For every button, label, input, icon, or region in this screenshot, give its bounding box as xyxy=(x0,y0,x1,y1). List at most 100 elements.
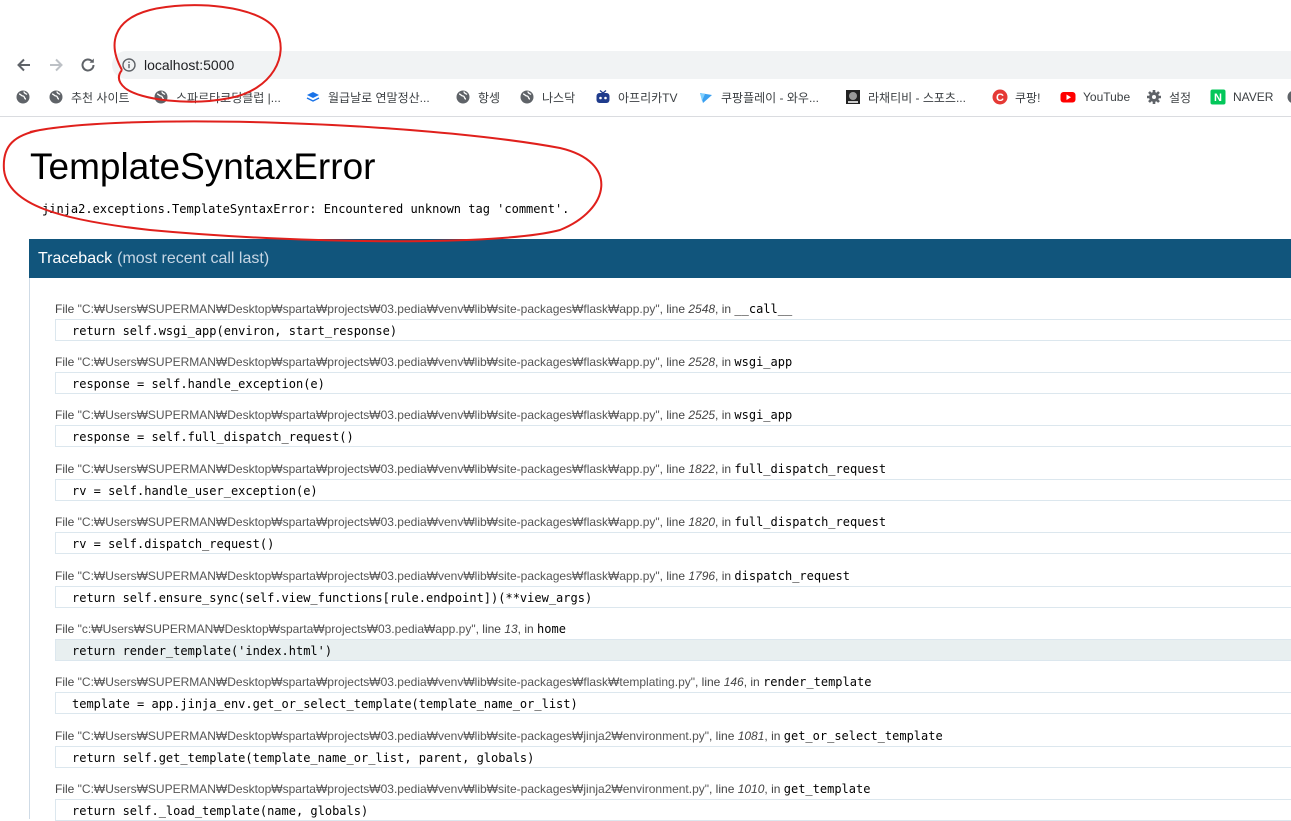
traceback-body: File "C:₩Users₩SUPERMAN₩Desktop₩sparta₩p… xyxy=(29,278,1291,819)
coupang-icon: C xyxy=(992,89,1008,105)
forward-button[interactable] xyxy=(45,54,67,76)
frame-line-number: 2525 xyxy=(688,408,715,422)
frame-location: File "C:₩Users₩SUPERMAN₩Desktop₩sparta₩p… xyxy=(55,674,1291,690)
frame-function: get_or_select_template xyxy=(784,729,943,743)
traceback-frame: File "C:₩Users₩SUPERMAN₩Desktop₩sparta₩p… xyxy=(55,354,1291,394)
frame-location: File "C:₩Users₩SUPERMAN₩Desktop₩sparta₩p… xyxy=(55,407,1291,423)
bookmark-item[interactable]: 아프리카TV xyxy=(595,88,678,106)
frame-filename: "C:₩Users₩SUPERMAN₩Desktop₩sparta₩projec… xyxy=(78,782,709,796)
traceback-frame: File "C:₩Users₩SUPERMAN₩Desktop₩sparta₩p… xyxy=(55,568,1291,608)
layers-icon xyxy=(305,89,321,105)
traceback-header: Traceback (most recent call last) xyxy=(29,239,1291,278)
frame-location: File "C:₩Users₩SUPERMAN₩Desktop₩sparta₩p… xyxy=(55,301,1291,317)
bookmark-item[interactable]: YouTube xyxy=(1060,88,1130,106)
globe-icon xyxy=(455,89,471,105)
arrow-left-icon xyxy=(15,56,33,74)
frame-filename: "C:₩Users₩SUPERMAN₩Desktop₩sparta₩projec… xyxy=(78,408,660,422)
traceback-frame: File "C:₩Users₩SUPERMAN₩Desktop₩sparta₩p… xyxy=(55,674,1291,714)
tv-icon xyxy=(595,89,611,105)
play-icon xyxy=(698,89,714,105)
youtube-icon xyxy=(1060,89,1076,105)
bookmark-item[interactable]: C 쿠팡! xyxy=(992,88,1040,106)
frame-location: File "C:₩Users₩SUPERMAN₩Desktop₩sparta₩p… xyxy=(55,568,1291,584)
frame-location: File "C:₩Users₩SUPERMAN₩Desktop₩sparta₩p… xyxy=(55,354,1291,370)
globe-icon xyxy=(48,89,64,105)
frame-function: get_template xyxy=(784,782,871,796)
frame-function: full_dispatch_request xyxy=(734,462,886,476)
frame-line-number: 1820 xyxy=(688,515,715,529)
bookmark-label: YouTube xyxy=(1083,90,1130,104)
bookmark-label: 쿠팡플레이 - 와우... xyxy=(721,89,819,106)
frame-code-line[interactable]: response = self.handle_exception(e) xyxy=(55,372,1291,394)
gear-icon xyxy=(1146,89,1162,105)
frame-filename: "C:₩Users₩SUPERMAN₩Desktop₩sparta₩projec… xyxy=(78,675,695,689)
image-icon xyxy=(845,89,861,105)
frame-location: File "C:₩Users₩SUPERMAN₩Desktop₩sparta₩p… xyxy=(55,781,1291,797)
frame-line-number: 1796 xyxy=(688,569,715,583)
reload-button[interactable] xyxy=(77,54,99,76)
frame-location: File "c:₩Users₩SUPERMAN₩Desktop₩sparta₩p… xyxy=(55,621,1291,637)
bookmark-item[interactable]: 추천 사이트 xyxy=(48,88,130,106)
svg-text:N: N xyxy=(1214,92,1222,104)
traceback-frame: File "C:₩Users₩SUPERMAN₩Desktop₩sparta₩p… xyxy=(55,514,1291,554)
bookmark-item[interactable]: 쿠팡플레이 - 와우... xyxy=(698,88,819,106)
frame-filename: "C:₩Users₩SUPERMAN₩Desktop₩sparta₩projec… xyxy=(78,302,660,316)
reload-icon xyxy=(79,56,97,74)
back-button[interactable] xyxy=(13,54,35,76)
globe-icon xyxy=(519,89,535,105)
browser-toolbar: localhost:5000 xyxy=(0,50,1291,80)
info-icon[interactable] xyxy=(122,58,136,72)
bookmark-item[interactable]: 월급날로 연말정산... xyxy=(305,88,430,106)
bookmark-item[interactable]: 라채티비 - 스포츠... xyxy=(845,88,966,106)
traceback-frame: File "c:₩Users₩SUPERMAN₩Desktop₩sparta₩p… xyxy=(55,621,1291,661)
frame-code-line[interactable]: template = app.jinja_env.get_or_select_t… xyxy=(55,692,1291,714)
frame-code-line[interactable]: return self._load_template(name, globals… xyxy=(55,799,1291,821)
traceback-frame: File "C:₩Users₩SUPERMAN₩Desktop₩sparta₩p… xyxy=(55,301,1291,341)
bookmark-label: 스파르타코딩클럽 |... xyxy=(176,89,281,106)
traceback-frame: File "C:₩Users₩SUPERMAN₩Desktop₩sparta₩p… xyxy=(55,461,1291,501)
frame-code-line[interactable]: response = self.full_dispatch_request() xyxy=(55,425,1291,447)
bookmark-label: 항셍 xyxy=(478,89,500,106)
bookmark-overflow[interactable] xyxy=(1286,88,1291,106)
frame-line-number: 146 xyxy=(724,675,744,689)
bookmark-item[interactable]: 스파르타코딩클럽 |... xyxy=(153,88,281,106)
bookmark-label: 나스닥 xyxy=(542,89,575,106)
frame-code-line[interactable]: rv = self.dispatch_request() xyxy=(55,532,1291,554)
naver-icon: N xyxy=(1210,89,1226,105)
frame-code-line[interactable]: return self.wsgi_app(environ, start_resp… xyxy=(55,319,1291,341)
frame-filename: "C:₩Users₩SUPERMAN₩Desktop₩sparta₩projec… xyxy=(78,569,660,583)
url-text[interactable]: localhost:5000 xyxy=(144,57,234,73)
frame-line-number: 13 xyxy=(504,622,517,636)
bookmark-item[interactable]: 나스닥 xyxy=(519,88,575,106)
error-title: TemplateSyntaxError xyxy=(30,146,375,188)
svg-text:C: C xyxy=(996,92,1004,104)
globe-icon xyxy=(15,89,31,105)
traceback-frame: File "C:₩Users₩SUPERMAN₩Desktop₩sparta₩p… xyxy=(55,728,1291,768)
frame-filename: "C:₩Users₩SUPERMAN₩Desktop₩sparta₩projec… xyxy=(78,355,660,369)
frame-function: home xyxy=(537,622,566,636)
bookmark-label: 설정 xyxy=(1169,89,1191,106)
bookmark-label: 아프리카TV xyxy=(618,89,678,106)
traceback-frame: File "C:₩Users₩SUPERMAN₩Desktop₩sparta₩p… xyxy=(55,781,1291,821)
address-bar[interactable]: localhost:5000 xyxy=(112,51,1291,79)
bookmark-item[interactable]: 항셍 xyxy=(455,88,500,106)
frame-filename: "C:₩Users₩SUPERMAN₩Desktop₩sparta₩projec… xyxy=(78,729,709,743)
bookmarks-bar: 추천 사이트 스파르타코딩클럽 |... 월급날로 연말정산... 항셍 나스닥… xyxy=(0,85,1291,109)
frame-line-number: 1010 xyxy=(738,782,765,796)
frame-line-number: 1822 xyxy=(688,462,715,476)
globe-icon xyxy=(153,89,169,105)
frame-code-line[interactable]: return self.get_template(template_name_o… xyxy=(55,746,1291,768)
frame-line-number: 2548 xyxy=(688,302,715,316)
bookmark-item[interactable]: 설정 xyxy=(1146,88,1191,106)
frame-location: File "C:₩Users₩SUPERMAN₩Desktop₩sparta₩p… xyxy=(55,728,1291,744)
traceback-subtitle: (most recent call last) xyxy=(117,250,269,268)
bookmark-item[interactable]: N NAVER xyxy=(1210,88,1273,106)
frame-code-line[interactable]: return self.ensure_sync(self.view_functi… xyxy=(55,586,1291,608)
bookmark-label: NAVER xyxy=(1233,90,1273,104)
apps-bookmark[interactable] xyxy=(15,88,38,106)
frame-function: wsgi_app xyxy=(734,408,792,422)
frame-code-line[interactable]: rv = self.handle_user_exception(e) xyxy=(55,479,1291,501)
arrow-right-icon xyxy=(47,56,65,74)
frame-line-number: 2528 xyxy=(688,355,715,369)
frame-code-line-current[interactable]: return render_template('index.html') xyxy=(55,639,1291,661)
